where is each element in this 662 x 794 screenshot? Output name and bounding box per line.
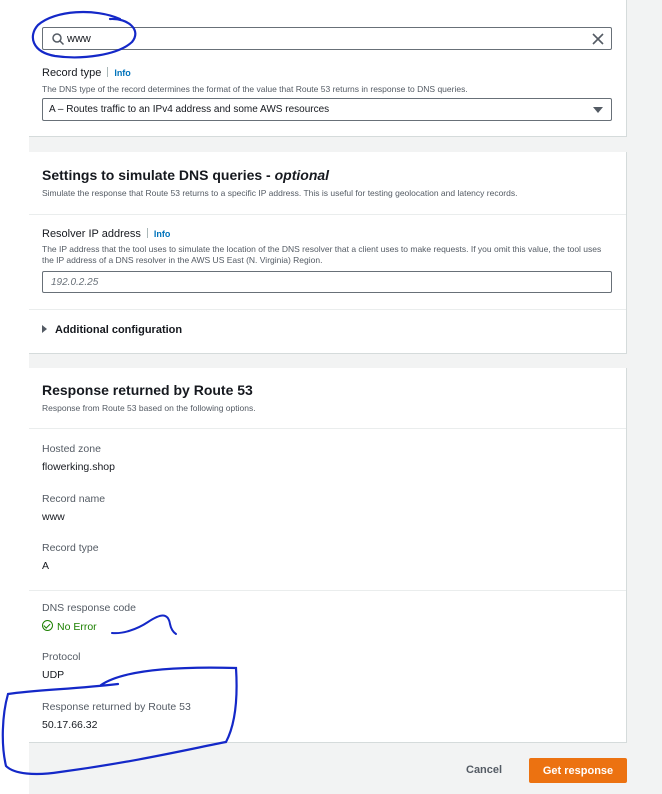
divider (146, 228, 148, 238)
protocol-label: Protocol (42, 651, 81, 663)
record-name-value: www (42, 511, 65, 523)
record-type-result-value: A (42, 560, 50, 572)
response-title: Response returned by Route 53 (42, 382, 253, 398)
returned-value-label: Response returned by Route 53 (42, 701, 191, 713)
response-description: Response from Route 53 based on the foll… (42, 403, 256, 413)
cancel-button[interactable]: Cancel (460, 760, 508, 780)
record-name-label: Record name (42, 493, 106, 505)
response-panel: Response returned by Route 53 Response f… (29, 368, 627, 743)
section-divider (29, 214, 626, 215)
simulate-title-optional: optional (274, 167, 330, 183)
record-query-panel: www Record type Info The DNS type of the … (29, 0, 627, 137)
search-value: www (67, 33, 91, 45)
record-type-description: The DNS type of the record determines th… (42, 84, 468, 94)
simulate-settings-panel: Settings to simulate DNS queries - optio… (29, 152, 627, 354)
resolver-description: The IP address that the tool uses to sim… (42, 244, 602, 265)
close-icon[interactable] (591, 32, 605, 46)
record-type-info-link[interactable]: Info (114, 68, 131, 78)
resolver-ip-field[interactable] (42, 271, 612, 293)
check-circle-icon (42, 620, 53, 631)
caret-right-icon (42, 325, 47, 333)
record-type-selected: A – Routes traffic to an IPv4 address an… (49, 104, 330, 115)
record-type-select[interactable]: A – Routes traffic to an IPv4 address an… (42, 98, 612, 121)
simulate-title: Settings to simulate DNS queries - optio… (42, 167, 329, 183)
dns-response-code-value: No Error (57, 621, 97, 633)
resolver-ip-input[interactable] (43, 272, 611, 293)
get-response-button[interactable]: Get response (529, 758, 627, 783)
simulate-description: Simulate the response that Route 53 retu… (42, 188, 518, 198)
caret-down-icon (593, 107, 603, 113)
section-divider (29, 428, 626, 429)
record-type-label: Record type (42, 67, 102, 79)
additional-configuration-toggle[interactable]: Additional configuration (42, 324, 182, 336)
simulate-title-text: Settings to simulate DNS queries - (42, 167, 275, 183)
section-divider (29, 309, 626, 310)
record-type-result-label: Record type (42, 542, 99, 554)
dns-response-code-status: No Error (42, 620, 97, 633)
hosted-zone-label: Hosted zone (42, 443, 101, 455)
divider (107, 67, 109, 77)
protocol-value: UDP (42, 669, 65, 681)
section-divider (29, 590, 626, 591)
dns-response-code-label: DNS response code (42, 602, 136, 614)
resolver-label: Resolver IP address (42, 228, 141, 240)
record-type-label-row: Record type Info (42, 67, 131, 79)
search-icon (52, 33, 65, 46)
hosted-zone-value: flowerking.shop (42, 461, 115, 473)
resolver-info-link[interactable]: Info (154, 229, 171, 239)
returned-value: 50.17.66.32 (42, 719, 98, 731)
record-name-search-input[interactable]: www (42, 27, 612, 50)
resolver-label-row: Resolver IP address Info (42, 228, 170, 240)
additional-configuration-label: Additional configuration (55, 324, 183, 336)
